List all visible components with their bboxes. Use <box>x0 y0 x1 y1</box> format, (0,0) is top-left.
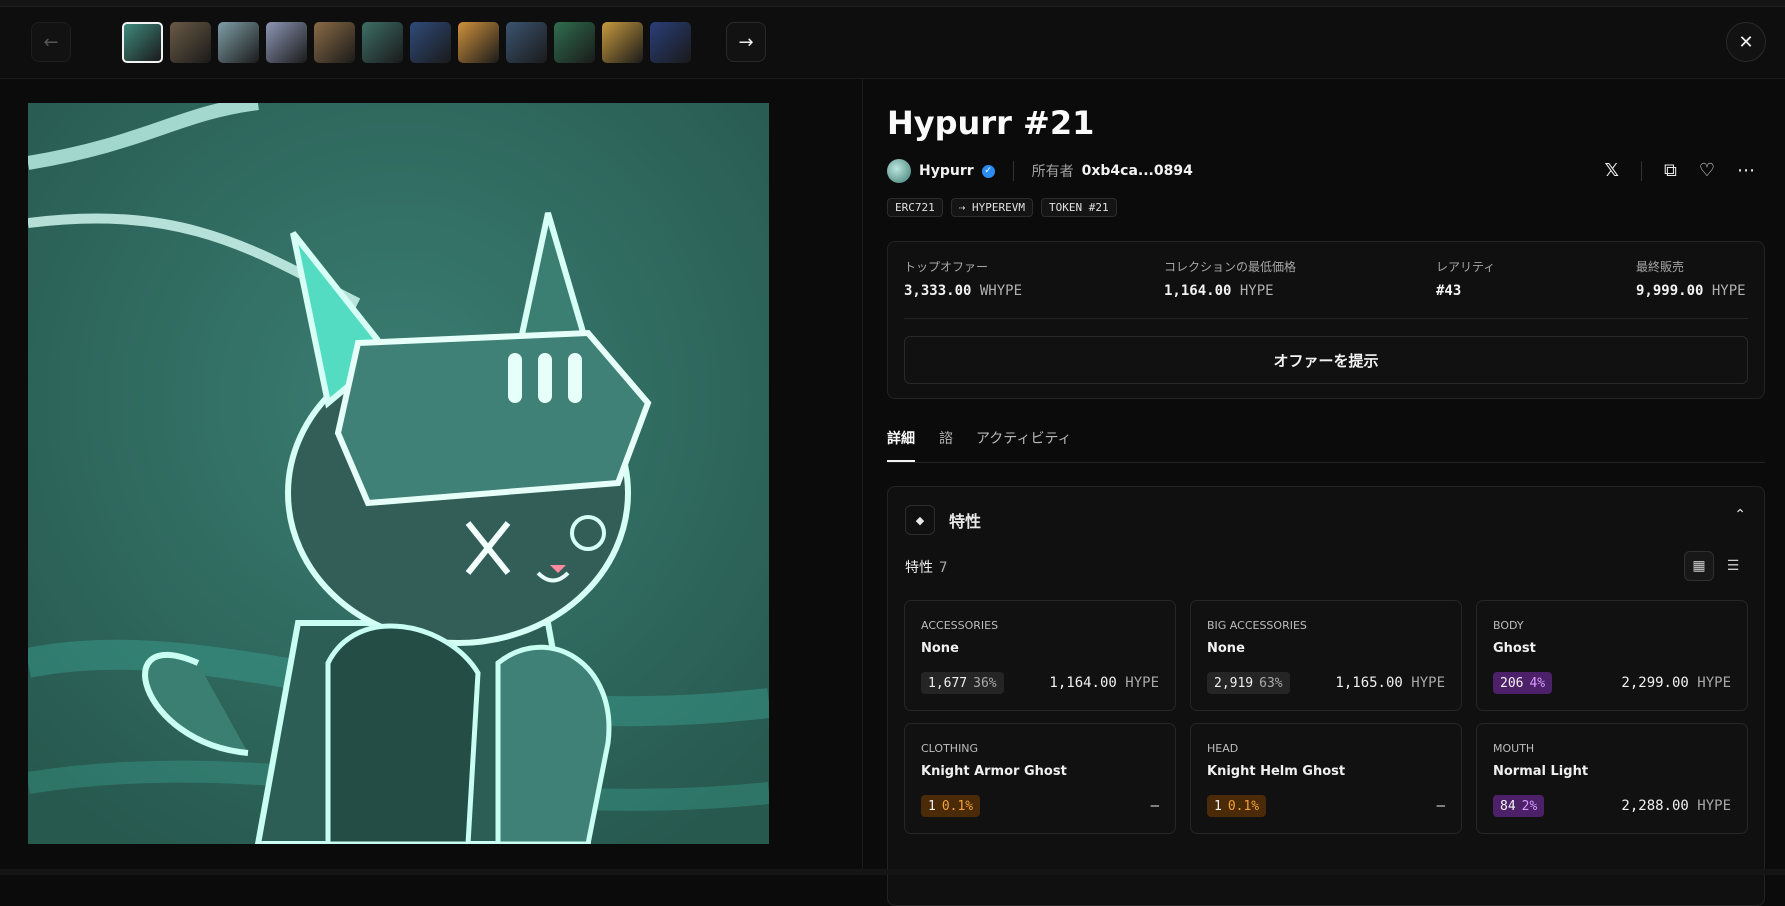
actions-separator <box>1641 160 1642 181</box>
tag-standard: ERC721 <box>887 198 943 217</box>
thumbnail-11[interactable] <box>602 22 643 63</box>
trait-value: Normal Light <box>1493 764 1589 779</box>
stat-rarity: レアリティ #43 <box>1436 260 1496 299</box>
trait-rarity-badge: 2,919 63% <box>1207 672 1290 694</box>
thumbnail-12[interactable] <box>650 22 691 63</box>
thumbnail-strip <box>122 22 691 63</box>
trait-value: Knight Armor Ghost <box>921 764 1067 779</box>
trait-value: Knight Helm Ghost <box>1207 764 1346 779</box>
thumbnail-6[interactable] <box>362 22 403 63</box>
grid-view-icon[interactable]: ▦ <box>1684 551 1714 581</box>
trait-type: MOUTH <box>1493 742 1535 755</box>
hypurr-artwork <box>28 103 769 844</box>
trait-card[interactable]: CLOTHING Knight Armor Ghost 1 0.1% — <box>904 723 1176 834</box>
heart-icon[interactable]: ♡ <box>1699 160 1715 181</box>
trait-card[interactable]: ACCESSORIES None 1,677 36% 1,164.00 HYPE <box>904 600 1176 711</box>
trait-card[interactable]: MOUTH Normal Light 84 2% 2,288.00 HYPE <box>1476 723 1748 834</box>
thumbnail-2[interactable] <box>170 22 211 63</box>
collection-link[interactable]: Hypurr <box>919 163 974 179</box>
thumbnail-9[interactable] <box>506 22 547 63</box>
traits-section: ◆ 特性 ⌃ 特性 7 ▦ ☰ ACCESSORIES None 1,677 36% 1,… <box>887 486 1765 906</box>
trait-rarity-badge: 84 2% <box>1493 795 1545 817</box>
tag-chain[interactable]: ⇢ HYPEREVM <box>950 198 1033 217</box>
trait-floor-price: 2,288.00 HYPE <box>1621 798 1731 814</box>
thumbnail-8[interactable] <box>458 22 499 63</box>
meta-separator <box>1012 161 1014 181</box>
nft-image <box>28 103 769 844</box>
arrow-left-icon: ← <box>43 31 59 53</box>
trait-type: BODY <box>1493 619 1524 632</box>
trait-value: Ghost <box>1493 641 1536 656</box>
thumbnail-7[interactable] <box>410 22 451 63</box>
trait-rarity-badge: 1 0.1% <box>1207 795 1267 817</box>
tab-activity[interactable]: アクティビティ <box>976 428 1072 448</box>
arrow-right-icon: → <box>738 31 754 53</box>
verified-icon: ✓ <box>981 164 995 178</box>
trait-card[interactable]: BIG ACCESSORIES None 2,919 63% 1,165.00 HYPE <box>1190 600 1462 711</box>
item-tags: ERC721 ⇢ HYPEREVM TOKEN #21 <box>887 198 1117 217</box>
trait-card[interactable]: HEAD Knight Helm Ghost 1 0.1% — <box>1190 723 1462 834</box>
traits-heading: 特性 <box>949 512 982 531</box>
x-logo-icon[interactable]: 𝕏 <box>1604 160 1619 181</box>
list-view-icon[interactable]: ☰ <box>1718 551 1748 581</box>
more-icon[interactable]: ⋯ <box>1737 160 1755 181</box>
chevron-up-icon[interactable]: ⌃ <box>1734 507 1746 523</box>
detail-tabs: 詳細 諮 アクティビティ <box>887 426 1765 463</box>
top-strip <box>0 0 1785 7</box>
tab-secondary[interactable]: 諮 <box>939 428 953 448</box>
trait-type: HEAD <box>1207 742 1239 755</box>
thumbnail-3[interactable] <box>218 22 259 63</box>
next-button[interactable]: → <box>726 22 766 62</box>
trait-floor-price: — <box>1150 798 1159 814</box>
trait-floor-price: 2,299.00 HYPE <box>1621 675 1731 691</box>
trait-floor-price: 1,164.00 HYPE <box>1049 675 1159 691</box>
item-actions: 𝕏 ⧉ ♡ ⋯ <box>1604 160 1755 181</box>
copy-icon[interactable]: ⧉ <box>1664 160 1677 181</box>
stat-floor-price: コレクションの最低価格 1,164.00 HYPE <box>1164 260 1297 299</box>
traits-header[interactable]: ◆ 特性 <box>905 505 981 535</box>
thumbnail-5[interactable] <box>314 22 355 63</box>
prev-button[interactable]: ← <box>31 22 71 62</box>
tag-token-id: TOKEN #21 <box>1040 198 1117 217</box>
item-title: Hypurr #21 <box>887 104 1095 142</box>
trait-type: ACCESSORIES <box>921 619 999 632</box>
trait-type: CLOTHING <box>921 742 979 755</box>
close-button[interactable]: ✕ <box>1726 22 1766 62</box>
viewer-top-bar: ← → ✕ <box>0 0 1785 79</box>
price-stats-card: トップオファー 3,333.00 WHYPE コレクションの最低価格 1,164… <box>887 241 1765 399</box>
trait-floor-price: 1,165.00 HYPE <box>1335 675 1445 691</box>
collection-avatar[interactable] <box>887 159 911 183</box>
trait-value: None <box>921 641 959 656</box>
view-toggle: ▦ ☰ <box>1684 551 1748 581</box>
trait-value: None <box>1207 641 1245 656</box>
thumbnail-10[interactable] <box>554 22 595 63</box>
owner-label: 所有者 <box>1031 164 1074 180</box>
traits-count-label: 特性 7 <box>905 560 948 576</box>
close-icon: ✕ <box>1738 31 1754 53</box>
item-meta-row: Hypurr ✓ 所有者 0xb4ca...0894 <box>887 158 1193 184</box>
bottom-strip <box>0 869 1785 875</box>
diamond-icon: ◆ <box>905 505 935 535</box>
panel-divider <box>862 78 863 875</box>
stat-last-sale: 最終販売 9,999.00 HYPE <box>1636 260 1746 299</box>
thumbnail-1[interactable] <box>122 22 163 63</box>
tab-details[interactable]: 詳細 <box>887 428 915 462</box>
trait-rarity-badge: 1 0.1% <box>921 795 981 817</box>
stats-divider <box>904 318 1748 319</box>
trait-rarity-badge: 206 4% <box>1493 672 1553 694</box>
trait-type: BIG ACCESSORIES <box>1207 619 1307 632</box>
owner-address-link[interactable]: 0xb4ca...0894 <box>1082 163 1193 179</box>
stat-top-offer: トップオファー 3,333.00 WHYPE <box>904 260 1023 299</box>
trait-rarity-badge: 1,677 36% <box>921 672 1004 694</box>
make-offer-button[interactable]: オファーを提示 <box>904 336 1748 384</box>
trait-card[interactable]: BODY Ghost 206 4% 2,299.00 HYPE <box>1476 600 1748 711</box>
trait-floor-price: — <box>1436 798 1445 814</box>
thumbnail-4[interactable] <box>266 22 307 63</box>
